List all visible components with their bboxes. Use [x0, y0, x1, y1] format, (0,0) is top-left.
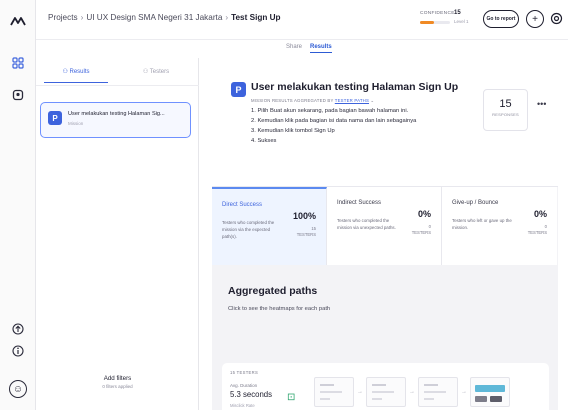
metric-card-indirect-success[interactable]: Indirect Success Testers who completed t…: [327, 187, 442, 266]
results-icon: ⚇: [62, 69, 70, 75]
mission-badge: P: [48, 111, 62, 125]
metric-title: Direct Success: [222, 202, 263, 208]
mission-header-subtitle: MISSION RESULTS AGGREGATED BY TESTER PAT…: [251, 98, 374, 104]
path-card[interactable]: 15 TESTERS Avg. Duration 5.3 seconds Mis…: [222, 363, 549, 410]
mission-header-badge: P: [231, 82, 246, 97]
results-main: P User melakukan testing Halaman Sign Up…: [212, 58, 558, 410]
mission-step: 1. Pilih Buat akun sekarang, pada bagian…: [251, 108, 409, 114]
metric-percent: 0%: [417, 209, 431, 219]
tab-share[interactable]: Share: [286, 44, 302, 50]
metric-title: Indirect Success: [337, 200, 382, 206]
app-rail: ☺: [0, 0, 36, 410]
upgrade-icon[interactable]: [7, 318, 29, 340]
metric-description: Testers who left or gave up the mission.: [452, 218, 512, 230]
path-duration: 5.3 seconds: [230, 390, 273, 399]
tab-results[interactable]: Results: [310, 44, 332, 53]
mission-subtitle: Mission: [68, 121, 84, 126]
responses-counter: 15 RESPONSES: [483, 89, 528, 131]
missions-panel: ⚇ Results ⚇ Testers P User melakukan tes…: [36, 58, 199, 410]
screen-thumbnail[interactable]: [470, 377, 510, 407]
plus-icon[interactable]: +: [526, 10, 544, 28]
tab-results-panel[interactable]: ⚇ Results: [36, 68, 116, 83]
confidence-bar-fill: [420, 21, 434, 24]
tab-testers-label: Testers: [149, 69, 170, 75]
metric-description: Testers who completed the mission via un…: [337, 218, 396, 230]
dashboard-icon[interactable]: [7, 52, 29, 74]
info-icon[interactable]: [7, 340, 29, 362]
subtabs: Share Results: [36, 40, 568, 58]
subtitle-prefix: MISSION RESULTS AGGREGATED BY: [251, 98, 334, 103]
screen-thumbnail[interactable]: [314, 377, 354, 407]
metric-title: Give-up / Bounce: [452, 200, 499, 206]
metric-description: Testers who completed the mission via th…: [222, 220, 275, 239]
chevron-right-icon: ›: [225, 13, 229, 22]
responses-count: 15: [499, 98, 512, 110]
chevron-right-icon: ›: [80, 13, 84, 22]
metric-cards: Direct Success Testers who completed the…: [212, 186, 558, 266]
metric-count-label: TESTERS: [411, 230, 431, 235]
metric-count: 15 TESTERS: [297, 226, 316, 238]
metric-percent: 0%: [533, 209, 547, 219]
tab-results-label: Results: [69, 69, 90, 75]
panel-tabs: ⚇ Results ⚇ Testers: [36, 58, 199, 86]
more-options-icon[interactable]: •••: [537, 99, 546, 109]
breadcrumb-current: Test Sign Up: [231, 13, 281, 22]
mission-header: P User melakukan testing Halaman Sign Up…: [212, 58, 558, 186]
metric-count-label: TESTERS: [296, 232, 316, 237]
screen-thumbnail[interactable]: [418, 377, 458, 407]
mission-list-item[interactable]: P User melakukan testing Halaman Sig... …: [40, 102, 191, 138]
maze-logo-icon[interactable]: [7, 10, 29, 32]
metric-count-value: 0: [544, 224, 547, 229]
metric-percent: 100%: [292, 211, 316, 221]
metric-card-give-up[interactable]: Give-up / Bounce Testers who left or gav…: [442, 187, 557, 266]
path-duration-label: Avg. Duration: [230, 383, 258, 388]
breadcrumb-projects[interactable]: Projects: [48, 13, 78, 22]
tester-paths-link[interactable]: TESTER PATHS: [335, 98, 369, 103]
breadcrumb-project[interactable]: UI UX Design SMA Negeri 31 Jakarta: [86, 13, 222, 22]
confidence-value: 15: [454, 10, 461, 16]
responses-label: RESPONSES: [492, 112, 519, 117]
confidence-indicator: CONFIDENCE 15 Level 1: [420, 9, 476, 31]
screen-thumbnail[interactable]: [366, 377, 406, 407]
filters-label: Add filters: [103, 375, 132, 382]
breadcrumb: Projects › UI UX Design SMA Negeri 31 Jaka…: [48, 13, 281, 22]
arrow-right-icon: →: [409, 389, 415, 395]
aggregated-paths-subtitle: Click to see the heatmaps for each path: [228, 306, 331, 312]
aggregated-paths-section: Aggregated paths Click to see the heatma…: [212, 265, 558, 410]
add-filters-button[interactable]: Add filters 0 filters applied: [36, 375, 199, 389]
metric-count-value: 15: [311, 226, 316, 231]
metric-count-label: TESTERS: [527, 230, 547, 235]
metric-card-direct-success[interactable]: Direct Success Testers who completed the…: [212, 187, 327, 266]
go-to-report-button[interactable]: Go to report: [483, 10, 519, 28]
confidence-level: Level 1: [454, 19, 469, 24]
metric-count: 0 TESTERS: [412, 224, 431, 236]
chevron-down-icon[interactable]: ⌄: [370, 98, 374, 103]
direct-path-icon: ⊡: [287, 392, 296, 403]
aggregated-paths-title: Aggregated paths: [228, 285, 318, 297]
library-icon[interactable]: [7, 84, 29, 106]
confidence-label: CONFIDENCE: [420, 11, 455, 16]
metric-count-value: 0: [428, 224, 431, 229]
mission-step: 2. Kemudian klik pada bagian isi data na…: [251, 118, 417, 124]
metric-count: 0 TESTERS: [528, 224, 547, 236]
confidence-bar: [420, 21, 450, 24]
mission-steps: 1. Pilih Buat akun sekarang, pada bagian…: [251, 106, 416, 146]
filters-count: 0 filters applied: [102, 384, 133, 389]
path-testers: 15 TESTERS: [230, 370, 259, 375]
mission-title: User melakukan testing Halaman Sig...: [68, 111, 165, 117]
top-bar: Projects › UI UX Design SMA Negeri 31 Jaka…: [36, 0, 568, 40]
tab-testers[interactable]: ⚇ Testers: [116, 68, 196, 75]
settings-icon[interactable]: [550, 12, 563, 25]
testers-icon: ⚇: [142, 69, 150, 75]
path-misclick-label: Misclick Rate: [230, 403, 255, 408]
mission-header-title: User melakukan testing Halaman Sign Up: [251, 81, 459, 93]
user-avatar-icon[interactable]: ☺: [7, 378, 29, 400]
arrow-right-icon: →: [461, 389, 467, 395]
mission-step: 3. Kemudian klik tombol Sign Up: [251, 128, 335, 134]
mission-step: 4. Sukses: [251, 138, 277, 144]
arrow-right-icon: →: [357, 389, 363, 395]
